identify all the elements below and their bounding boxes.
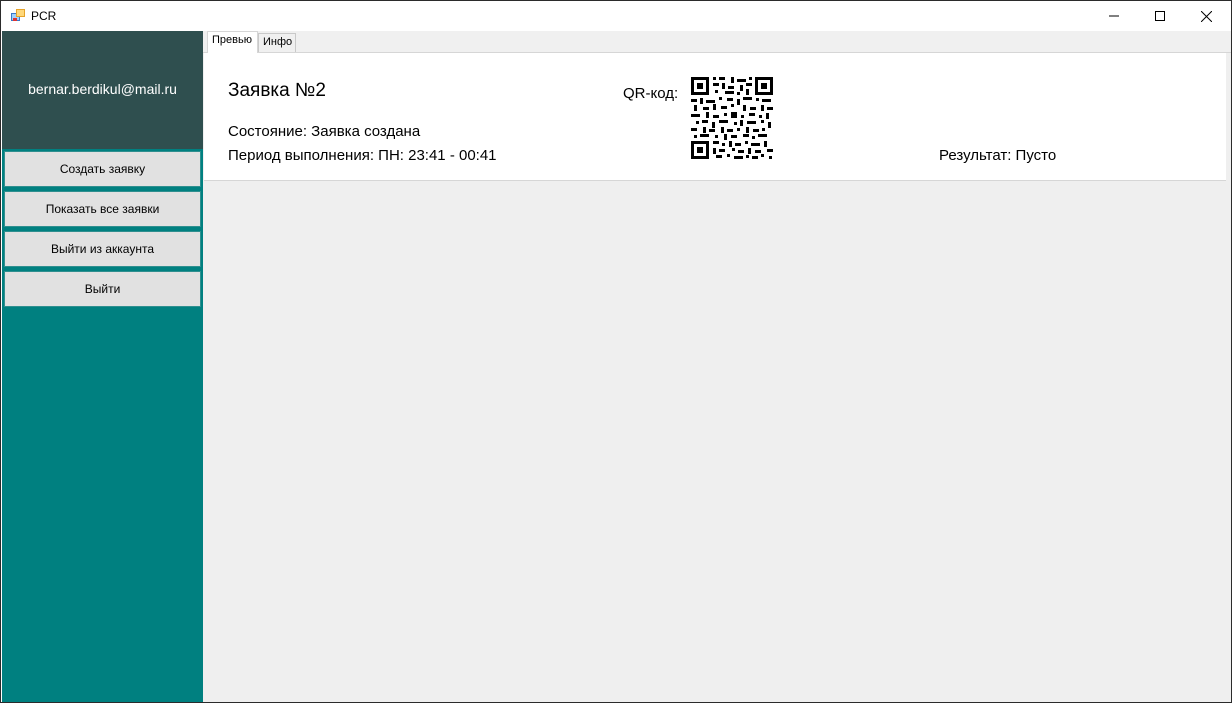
show-all-orders-button[interactable]: Показать все заявки	[4, 191, 201, 227]
order-period: Период выполнения: ПН: 23:41 - 00:41	[228, 147, 497, 164]
maximize-icon	[1155, 11, 1165, 21]
tab-preview[interactable]: Превью	[207, 31, 258, 53]
user-panel: bernar.berdikul@mail.ru	[2, 31, 203, 149]
title-bar[interactable]: PCR	[1, 1, 1231, 31]
create-order-button[interactable]: Создать заявку	[4, 151, 201, 187]
sidebar: bernar.berdikul@mail.ru Создать заявку П…	[2, 31, 203, 702]
qr-label: QR-код:	[623, 85, 679, 102]
maximize-button[interactable]	[1137, 1, 1183, 31]
order-result: Результат: Пусто	[939, 147, 1057, 164]
tab-content-area: Заявка №2 Состояние: Заявка создана Пери…	[203, 52, 1231, 702]
tab-info[interactable]: Инфо	[258, 33, 296, 52]
window-title: PCR	[31, 9, 57, 23]
order-state: Состояние: Заявка создана	[228, 123, 421, 140]
user-email: bernar.berdikul@mail.ru	[28, 81, 177, 97]
qr-code-image	[691, 77, 773, 159]
exit-button[interactable]: Выйти	[4, 271, 201, 307]
close-icon	[1200, 10, 1212, 22]
minimize-button[interactable]	[1091, 1, 1137, 31]
minimize-icon	[1109, 15, 1119, 17]
logout-account-button[interactable]: Выйти из аккаунта	[4, 231, 201, 267]
close-button[interactable]	[1183, 1, 1229, 31]
app-window-icon	[11, 9, 25, 22]
order-preview-card[interactable]: Заявка №2 Состояние: Заявка создана Пери…	[204, 53, 1226, 181]
tab-strip: Превью Инфо	[203, 31, 1231, 53]
order-title: Заявка №2	[228, 80, 326, 101]
app-window: PCR bernar.berdikul@mail.ru Создать заяв…	[0, 0, 1232, 703]
